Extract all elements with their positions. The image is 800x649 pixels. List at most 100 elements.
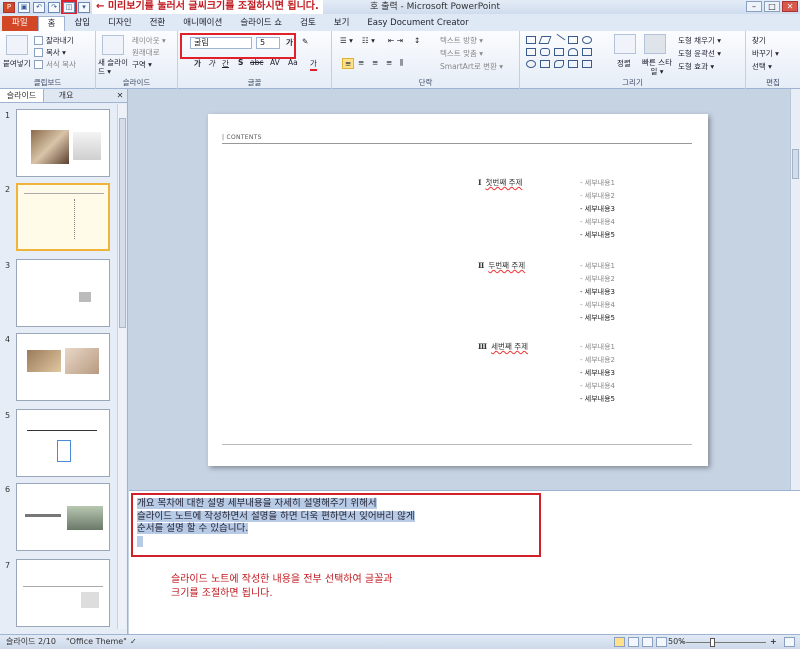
fit-window-icon[interactable] [784,637,795,647]
slide-scrollbar[interactable] [790,89,800,490]
quick-styles-button[interactable]: 빠른 스타일 ▾ [640,58,674,76]
quick-styles-icon[interactable] [644,34,666,54]
replace-button[interactable]: 바꾸기 ▾ [752,48,779,59]
shape-effects-button[interactable]: 도형 효과 ▾ [678,61,714,72]
slideshow-view-icon[interactable] [656,637,667,647]
shape-brace-icon[interactable] [582,48,592,56]
shape-line-icon[interactable] [552,33,566,47]
shape-fill-button[interactable]: 도형 채우기 ▾ [678,35,721,46]
tab-design[interactable]: 디자인 [99,16,140,31]
line-spacing-icon[interactable]: ↕ [414,36,420,45]
slide-scroll-thumb[interactable] [792,149,799,179]
slide-thumbnail-6[interactable] [16,483,110,551]
maximize-button[interactable]: □ [764,1,780,12]
shape-bracket-icon[interactable] [568,60,578,68]
print-preview-icon[interactable]: ◫ [61,0,77,15]
notes-pane[interactable]: 개요 목차에 대한 설명 세부내용을 자세히 설명해주기 위해서 슬라이드 노트… [129,490,800,634]
bullets-icon[interactable]: ☰ ▾ [340,36,353,45]
paste-icon[interactable] [6,35,28,55]
tab-easy-document-creator[interactable]: Easy Document Creator [358,16,477,31]
shape-textbox-icon[interactable] [526,36,536,44]
notes-highlight-box[interactable]: 개요 목차에 대한 설명 세부내용을 자세히 설명해주기 위해서 슬라이드 노트… [131,493,541,557]
paste-button[interactable]: 붙여넣기 [3,58,31,69]
new-slide-button[interactable]: 새 슬라이드 ▾ [98,58,130,76]
underline-button[interactable]: 간 [222,58,229,69]
slide-sorter-icon[interactable] [628,637,639,647]
text-direction-button[interactable]: 텍스트 방향 ▾ [440,35,483,46]
slide-thumbnail-2[interactable] [16,183,110,251]
find-button[interactable]: 찾기 [752,35,766,46]
tab-insert[interactable]: 삽입 [65,16,99,31]
align-left-icon[interactable]: ≡ [342,58,355,69]
zoom-slider-knob[interactable] [710,638,715,647]
slide-thumbnail-1[interactable] [16,109,110,177]
bold-button[interactable]: 가 [194,58,201,69]
tab-slideshow[interactable]: 슬라이드 쇼 [231,16,291,31]
copy-button[interactable]: 복사 ▾ [46,47,66,58]
shape-smile-icon[interactable] [526,60,536,68]
align-right-icon[interactable]: ≡ [372,58,378,67]
redo-icon[interactable]: ↷ [48,1,60,13]
shape-star-icon[interactable] [540,60,550,68]
strikethrough-button[interactable]: abc [250,58,263,67]
tab-home[interactable]: 홈 [37,16,66,31]
tab-slides[interactable]: 슬라이드 [0,89,44,102]
italic-button[interactable]: 가 [208,58,215,69]
shape-arrow-icon[interactable] [554,48,564,56]
arrange-button[interactable]: 정렬 [617,58,631,69]
arrange-icon[interactable] [614,34,636,54]
shape-more-icon[interactable] [582,60,592,68]
select-button[interactable]: 선택 ▾ [752,61,772,72]
reading-view-icon[interactable] [642,637,653,647]
undo-icon[interactable]: ↶ [33,1,45,13]
panel-scroll-thumb[interactable] [119,118,126,328]
shape-triangle-icon[interactable] [526,48,536,56]
panel-scrollbar[interactable] [117,104,126,629]
normal-view-icon[interactable] [614,637,625,647]
font-color-button[interactable]: 가 [310,58,317,71]
reset-button[interactable]: 원래대로 [132,47,160,58]
tab-file[interactable]: 파일 [2,16,38,31]
tab-view[interactable]: 보기 [325,16,359,31]
align-center-icon[interactable]: ≡ [358,58,364,67]
align-text-button[interactable]: 텍스트 맞춤 ▾ [440,48,483,59]
clear-format-icon[interactable]: ✎ [302,37,308,46]
minimize-button[interactable]: – [746,1,762,12]
quick-access-more-icon[interactable]: ▾ [78,1,90,13]
panel-close-icon[interactable]: ✕ [113,89,127,102]
spellcheck-icon[interactable]: ✓ [130,635,137,649]
zoom-out-button[interactable]: – [680,635,684,649]
new-slide-icon[interactable] [102,35,124,55]
tab-outline[interactable]: 개요 [44,89,88,102]
zoom-slider[interactable] [686,638,766,647]
justify-icon[interactable]: ≡ [386,58,392,67]
tab-transitions[interactable]: 전환 [141,16,175,31]
slide-thumbnail-5[interactable] [16,409,110,477]
slide-thumbnail-4[interactable] [16,333,110,401]
current-slide[interactable]: | CONTENTS Ⅰ 첫번째 주제 - 세부내용1 - 세부내용2 - 세부내… [208,114,708,466]
tab-animations[interactable]: 애니메이션 [174,16,231,31]
shape-rounded-rect-icon[interactable] [540,48,550,56]
change-case-button[interactable]: Aa [288,58,298,67]
smartart-button[interactable]: SmartArt로 변환 ▾ [440,61,503,72]
close-button[interactable]: ✕ [782,1,798,12]
shape-outline-button[interactable]: 도형 윤곽선 ▾ [678,48,721,59]
section-button[interactable]: 구역 ▾ [132,59,152,70]
slide-thumbnail-3[interactable] [16,259,110,327]
slide-thumbnail-7[interactable] [16,559,110,627]
save-icon[interactable]: ▣ [18,1,30,13]
indent-icon[interactable]: ⇤ ⇥ [388,36,403,45]
cut-button[interactable]: 잘라내기 [46,35,74,46]
char-spacing-button[interactable]: AV [270,58,280,67]
format-painter-button[interactable]: 서식 복사 [46,59,76,70]
shadow-button[interactable]: S [238,58,243,67]
shape-curve-icon[interactable] [554,60,564,68]
shape-oval-icon[interactable] [582,36,592,44]
shape-arc-icon[interactable] [568,48,578,56]
layout-button[interactable]: 레이아웃 ▾ [132,35,166,46]
numbering-icon[interactable]: ☷ ▾ [362,36,375,45]
zoom-in-button[interactable]: + [770,635,777,649]
shape-parallelogram-icon[interactable] [538,36,552,44]
tab-review[interactable]: 검토 [291,16,325,31]
columns-icon[interactable]: ⫼ [400,58,403,68]
